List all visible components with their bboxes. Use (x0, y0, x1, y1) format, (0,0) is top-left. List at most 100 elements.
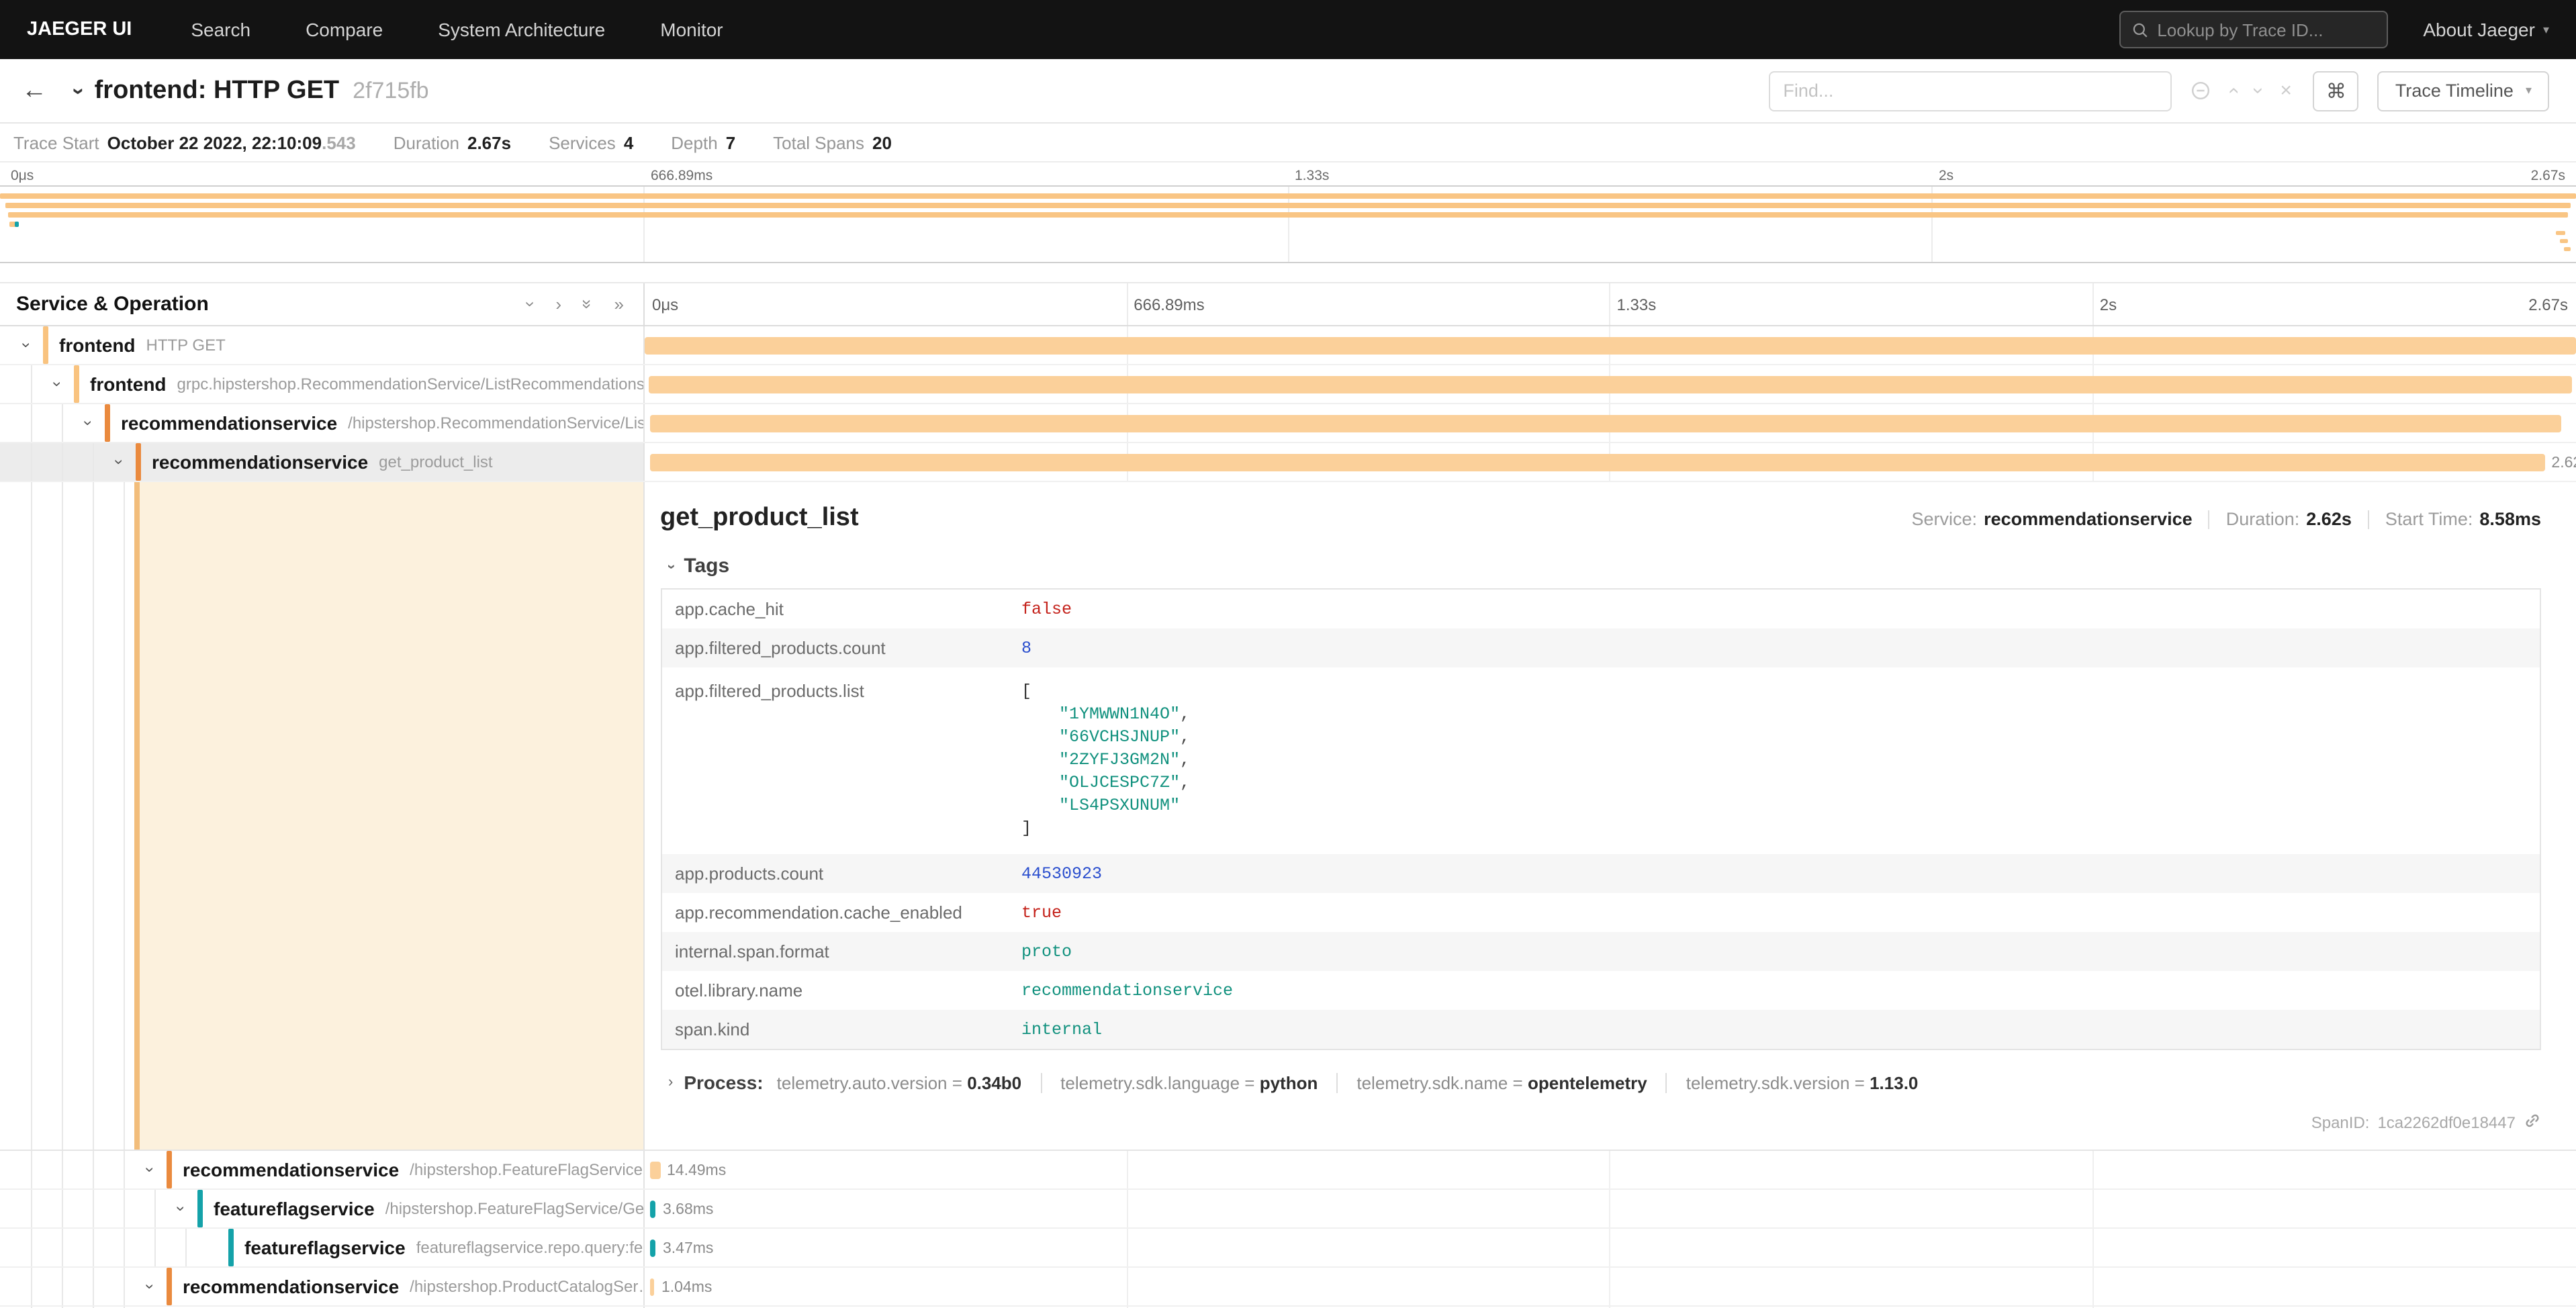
span-name-cell[interactable]: › featureflagservice /hipstershop.Featur… (0, 1190, 644, 1227)
process-label: Process: (684, 1072, 763, 1093)
chevron-down-icon[interactable]: › (140, 1160, 161, 1179)
span-name-cell[interactable]: › frontend grpc.hipstershop.Recommendati… (0, 365, 644, 403)
ruler-tick: 2s (2100, 295, 2117, 314)
total-spans-label: Total Spans (773, 132, 864, 152)
expand-one-icon[interactable]: › (555, 294, 561, 314)
minimap-tick-labels: 0μs 666.89ms 1.33s 2s 2.67s (0, 162, 2576, 185)
nav-item-search[interactable]: Search (191, 19, 250, 40)
find-input[interactable] (1768, 71, 2171, 111)
bracket-open: [ (1021, 681, 1190, 704)
expand-all-icon[interactable]: » (614, 294, 624, 314)
trace-start-label: Trace Start (13, 132, 99, 152)
chevron-down-icon[interactable]: › (78, 414, 99, 432)
span-bar[interactable] (650, 1201, 655, 1218)
span-bar[interactable] (650, 415, 2562, 432)
collapse-all-icon[interactable]: » (583, 294, 592, 314)
span-bar-cell[interactable]: 1.04ms (644, 1268, 2576, 1305)
span-bar-cell[interactable]: 3.47ms (644, 1229, 2576, 1266)
span-detail-tree-offset (0, 482, 644, 1150)
caret-down-icon: ▾ (2543, 22, 2549, 37)
service-name: recommendationservice (183, 1159, 399, 1180)
chevron-down-icon[interactable]: › (2254, 79, 2261, 102)
span-bar-cell[interactable] (644, 365, 2576, 403)
span-bar-cell[interactable] (644, 404, 2576, 442)
span-name-cell[interactable]: › recommendationservice /hipstershop.Rec… (0, 404, 644, 442)
span-row: › recommendationservice /hipstershop.Fea… (0, 1151, 2576, 1190)
chevron-right-icon: › (668, 1074, 673, 1090)
close-icon[interactable]: × (2280, 79, 2292, 102)
tag-row: span.kind internal (661, 1010, 2540, 1049)
brand-jaeger-ui[interactable]: JAEGER UI (27, 19, 132, 40)
span-name-cell[interactable]: › recommendationservice /hipstershop.Fea… (0, 1151, 644, 1188)
service-name: frontend (90, 373, 167, 395)
trace-minimap[interactable] (0, 185, 2576, 263)
span-row-selected: › recommendationservice get_product_list… (0, 443, 2576, 482)
span-bar[interactable] (644, 337, 2576, 355)
about-jaeger-menu[interactable]: About Jaeger ▾ (2423, 19, 2549, 40)
start-time-label: Start Time: (2385, 509, 2473, 529)
chevron-down-icon[interactable]: › (16, 336, 38, 355)
trace-id-lookup[interactable] (2119, 11, 2388, 48)
span-detail-row: get_product_list Service:recommendations… (0, 482, 2576, 1151)
chevron-down-icon[interactable]: › (47, 375, 68, 393)
span-bar-cell[interactable]: 14.49ms (644, 1151, 2576, 1188)
back-button[interactable]: ← (21, 76, 47, 105)
span-bar[interactable] (650, 1162, 661, 1179)
process-section-toggle[interactable]: › Process: telemetry.auto.version0.34b0 … (660, 1072, 2541, 1093)
tags-section-toggle[interactable]: › Tags (660, 555, 2541, 577)
span-bar[interactable] (651, 1278, 655, 1296)
span-name-cell[interactable]: › frontend HTTP GET (0, 326, 644, 364)
circle-minus-icon[interactable] (2190, 81, 2210, 101)
tag-key: app.recommendation.cache_enabled (661, 894, 1008, 931)
span-bar-cell[interactable]: 2.62s (644, 443, 2576, 481)
span-bar-cell[interactable] (644, 326, 2576, 364)
tags-section-title: Tags (684, 555, 729, 577)
minimap-span-bar (2561, 239, 2569, 243)
duration-label: Duration (394, 132, 459, 152)
ruler-tick: 1.33s (1617, 295, 1657, 314)
nav-item-monitor[interactable]: Monitor (660, 19, 723, 40)
span-bar[interactable] (650, 454, 2545, 471)
span-detail-meta: Service:recommendationservice Duration:2… (1912, 509, 2542, 529)
nav-item-system-architecture[interactable]: System Architecture (438, 19, 605, 40)
minimap-span-bar (5, 203, 2571, 208)
span-bar[interactable] (649, 376, 2572, 393)
trace-start-value: October 22 2022, 22:10:09.543 (107, 132, 356, 152)
chevron-down-icon[interactable]: › (140, 1277, 161, 1296)
total-spans-value: 20 (872, 132, 892, 152)
duration-value: 2.67s (467, 132, 511, 152)
about-jaeger-label: About Jaeger (2423, 19, 2535, 40)
ruler-tick: 2.67s (2528, 295, 2568, 314)
span-name-cell[interactable]: › recommendationservice get_product_list (0, 443, 644, 481)
process-attribute: telemetry.auto.version0.34b0 (777, 1072, 1022, 1092)
service-color-bar (197, 1190, 203, 1227)
list-item: 2ZYFJ3GM2N (1021, 749, 1190, 772)
span-name-cell[interactable]: › featureflagservice featureflagservice.… (0, 1229, 644, 1266)
tag-key: app.filtered_products.count (661, 630, 1008, 666)
keyboard-shortcuts-button[interactable]: ⌘ (2313, 71, 2359, 111)
span-row: › frontend grpc.hipstershop.Recommendati… (0, 365, 2576, 404)
chevron-up-icon[interactable]: › (2229, 79, 2236, 102)
span-row: › frontend HTTP GET (0, 326, 2576, 365)
service-color-bar (136, 443, 141, 481)
trace-view-selector[interactable]: Trace Timeline ▾ (2378, 71, 2549, 111)
chevron-down-icon: › (668, 558, 673, 574)
span-duration-label: 14.49ms (667, 1163, 726, 1179)
tag-value: proto (1008, 934, 1085, 969)
collapse-trace-chevron[interactable]: › (74, 79, 81, 103)
span-bar-cell[interactable]: 3.68ms (644, 1190, 2576, 1227)
link-icon[interactable] (2524, 1112, 2541, 1133)
trace-id-input[interactable] (2157, 19, 2376, 40)
chevron-down-icon[interactable]: › (171, 1199, 192, 1218)
span-row: › recommendationservice /hipstershop.Pro… (0, 1268, 2576, 1307)
process-attribute: telemetry.sdk.languagepython (1040, 1072, 1318, 1092)
collapse-one-icon[interactable]: › (528, 294, 535, 314)
service-name: recommendationservice (121, 412, 337, 434)
bracket-close: ] (1021, 818, 1190, 841)
chevron-down-icon[interactable]: › (109, 453, 130, 471)
nav-item-compare[interactable]: Compare (306, 19, 383, 40)
start-time-value: 8.58ms (2479, 509, 2541, 529)
span-bar[interactable] (650, 1240, 655, 1257)
minimap-span-bar (15, 222, 19, 227)
span-name-cell[interactable]: › recommendationservice /hipstershop.Pro… (0, 1268, 644, 1305)
